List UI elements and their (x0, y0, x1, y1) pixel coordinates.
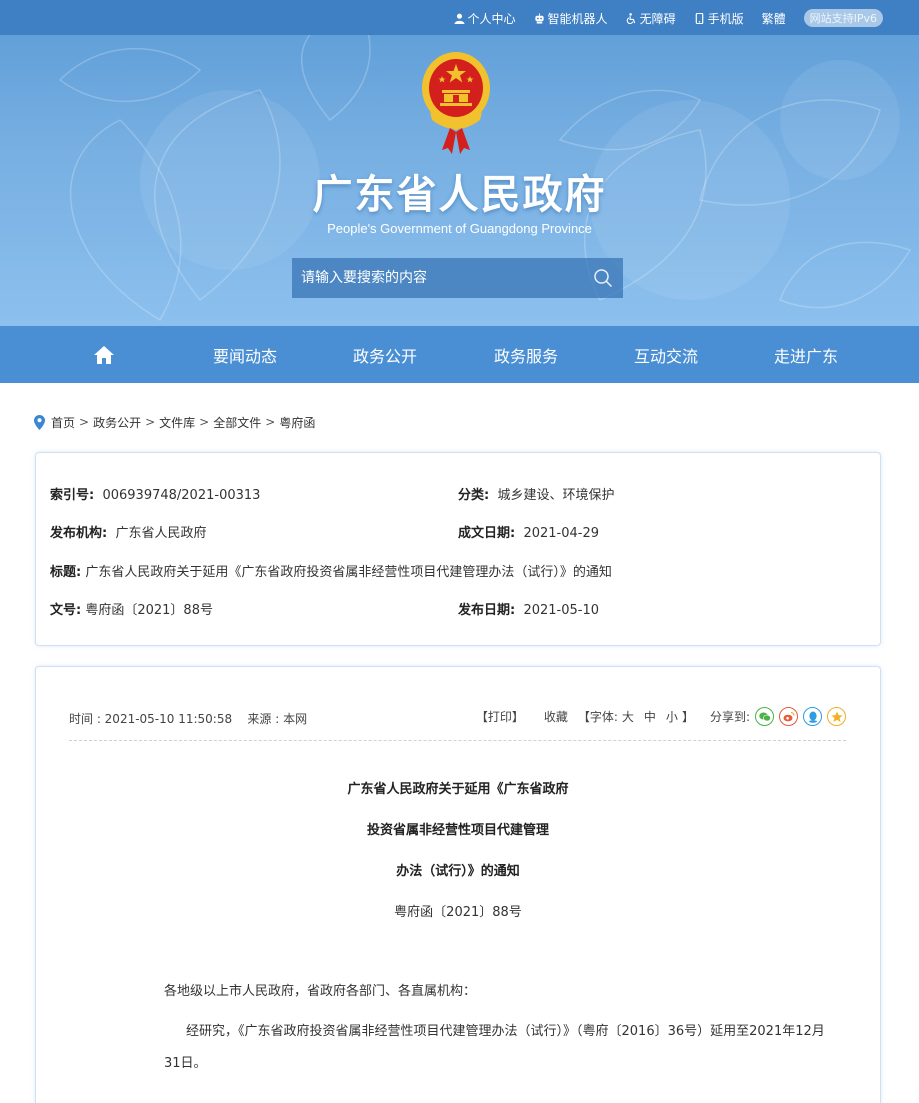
robot-label: 智能机器人 (547, 11, 608, 26)
doc-number-heading: 粤府函〔2021〕88号 (394, 905, 522, 920)
body-paragraph-line-1: 经研究，《广东省政府投资省属非经营性项目代建管理办法（试行）》（粤府〔2016〕… (186, 1024, 825, 1039)
font-size-prefix: 【字体: (577, 710, 618, 724)
accessibility-link[interactable]: 无障碍 (626, 10, 676, 27)
search-input[interactable] (292, 258, 583, 298)
site-header: 个人中心 智能机器人 无障碍 手机版 繁體 网站支持IPv6 广东省人民政府 P… (0, 0, 919, 326)
doc-number-value: 粤府函〔2021〕88号 (85, 603, 213, 618)
created-date-label: 成文日期: (458, 526, 516, 541)
personal-center-link[interactable]: 个人中心 (453, 10, 516, 27)
published-date-field: 发布日期: 2021-05-10 (458, 599, 599, 618)
share-qq-button[interactable] (803, 707, 822, 726)
share-wechat-button[interactable] (755, 707, 774, 726)
article-panel: 时间 : 2021-05-10 11:50:58 来源 : 本网 【打印】 收藏… (35, 666, 881, 1103)
breadcrumb-current[interactable]: 粤府函 (279, 414, 315, 431)
breadcrumb-all-files[interactable]: 全部文件 (213, 414, 261, 431)
top-bar: 个人中心 智能机器人 无障碍 手机版 繁體 网站支持IPv6 (0, 0, 919, 35)
nav-about-guangdong[interactable]: 走进广东 (736, 326, 876, 383)
nav-interaction[interactable]: 互动交流 (596, 326, 736, 383)
accessibility-label: 无障碍 (639, 11, 676, 26)
breadcrumb-home[interactable]: 首页 (51, 414, 75, 431)
salutation-paragraph: 各地级以上市人民政府，省政府各部门、各直属机构： (164, 984, 477, 999)
body-paragraph-line-2: 31日。 (164, 1056, 207, 1071)
published-date-value: 2021-05-10 (523, 603, 600, 618)
meta-divider (69, 740, 846, 741)
mobile-label: 手机版 (707, 11, 744, 26)
qzone-icon (831, 711, 842, 722)
publisher-field: 发布机构: 广东省人民政府 (50, 522, 206, 541)
doc-title-line-1: 广东省人民政府关于延用《广东省政府 (347, 782, 569, 797)
location-pin-icon (34, 414, 45, 430)
nav-home[interactable] (34, 326, 174, 383)
font-size-suffix: 】 (681, 710, 694, 724)
title-value: 广东省人民政府关于延用《广东省政府投资省属非经营性项目代建管理办法（试行）》的通… (85, 565, 612, 580)
main-nav: 要闻动态 政务公开 政务服务 互动交流 走进广东 (0, 326, 919, 383)
top-links: 个人中心 智能机器人 无障碍 手机版 繁體 网站支持IPv6 (453, 8, 883, 28)
national-emblem-icon (422, 52, 490, 154)
doc-number-field: 文号: 粤府函〔2021〕88号 (50, 599, 213, 618)
index-number-label: 索引号: (50, 488, 95, 503)
qq-icon (808, 711, 817, 723)
font-small-button[interactable]: 小 (666, 708, 678, 725)
breadcrumb-separator: > (265, 415, 276, 429)
traditional-chinese-label: 繁體 (761, 11, 786, 26)
created-date-value: 2021-04-29 (523, 526, 600, 541)
index-number-field: 索引号: 006939748/2021-00313 (50, 484, 260, 503)
article-meta-left: 时间 : 2021-05-10 11:50:58 来源 : 本网 (69, 710, 307, 727)
breadcrumb-separator: > (199, 415, 210, 429)
search-box (292, 258, 623, 298)
mobile-icon (695, 12, 703, 24)
robot-icon (534, 12, 544, 24)
share-qzone-button[interactable] (827, 707, 846, 726)
breadcrumb-separator: > (79, 415, 90, 429)
category-field: 分类: 城乡建设、环境保护 (458, 484, 614, 503)
wechat-icon (758, 712, 771, 721)
site-title: 广东省人民政府 (312, 172, 607, 218)
font-large-button[interactable]: 大 (622, 708, 634, 725)
personal-center-label: 个人中心 (467, 11, 516, 26)
nav-news[interactable]: 要闻动态 (175, 326, 315, 383)
share-weibo-button[interactable] (779, 707, 798, 726)
ipv6-badge: 网站支持IPv6 (803, 9, 883, 27)
doc-title-line-2: 投资省属非经营性项目代建管理 (366, 823, 549, 838)
print-button[interactable]: 【打印】 (476, 708, 524, 725)
doc-number-label: 文号: (50, 603, 82, 618)
home-icon (94, 345, 114, 364)
breadcrumb: 首页 > 政务公开 > 文件库 > 全部文件 > 粤府函 (34, 413, 315, 431)
breadcrumb-file-library[interactable]: 文件库 (159, 414, 195, 431)
published-date-label: 发布日期: (458, 603, 516, 618)
category-value: 城乡建设、环境保护 (497, 488, 615, 503)
category-label: 分类: (458, 488, 490, 503)
weibo-icon (783, 711, 795, 722)
nav-gov-services[interactable]: 政务服务 (456, 326, 596, 383)
title-label: 标题: (50, 565, 82, 580)
article-meta-row: 时间 : 2021-05-10 11:50:58 来源 : 本网 【打印】 收藏… (69, 707, 846, 727)
search-button[interactable] (583, 258, 623, 298)
site-subtitle: People's Government of Guangdong Provinc… (327, 221, 592, 236)
share-label: 分享到: (709, 710, 750, 724)
article-time: 时间 : 2021-05-10 11:50:58 (69, 712, 233, 726)
robot-link[interactable]: 智能机器人 (534, 10, 608, 27)
publisher-label: 发布机构: (50, 526, 108, 541)
favorite-button[interactable]: 收藏 (544, 708, 568, 725)
doc-title-line-3: 办法（试行）》的通知 (396, 864, 520, 879)
article-tools: 【打印】 收藏 【字体: 大 中 小 】 分享到: (476, 707, 846, 726)
document-info-panel: 索引号: 006939748/2021-00313 分类: 城乡建设、环境保护 … (35, 452, 881, 646)
breadcrumb-gov-affairs-open[interactable]: 政务公开 (93, 414, 141, 431)
traditional-chinese-link[interactable]: 繁體 (762, 10, 786, 27)
publisher-value: 广东省人民政府 (115, 526, 207, 541)
nav-gov-affairs-open[interactable]: 政务公开 (315, 326, 455, 383)
title-field: 标题: 广东省人民政府关于延用《广东省政府投资省属非经营性项目代建管理办法（试行… (50, 561, 612, 580)
font-medium-button[interactable]: 中 (644, 708, 656, 725)
breadcrumb-separator: > (145, 415, 156, 429)
person-icon (453, 13, 465, 24)
created-date-field: 成文日期: 2021-04-29 (458, 522, 599, 541)
mobile-link[interactable]: 手机版 (694, 10, 744, 27)
article-source: 来源 : 本网 (247, 712, 308, 726)
search-icon (594, 269, 613, 288)
index-number-value: 006939748/2021-00313 (102, 488, 261, 503)
accessibility-icon (626, 12, 635, 24)
